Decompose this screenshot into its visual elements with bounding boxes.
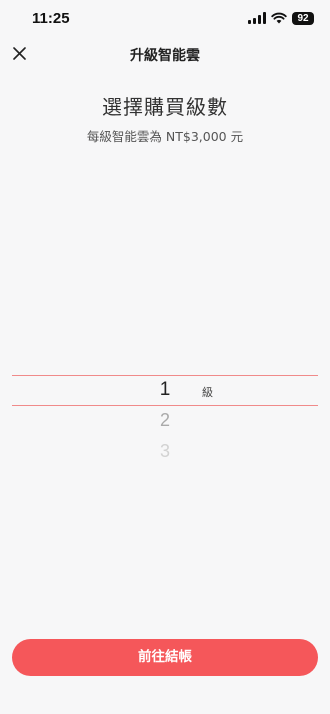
picker-option[interactable]: 3 [0, 441, 330, 462]
level-picker[interactable]: 1 級 2 3 [0, 300, 330, 480]
price-subline: 每級智能雲為 NT$3,000 元 [86, 129, 244, 144]
battery-icon: 92 [292, 11, 314, 25]
page-title: 升級智能雲 [130, 48, 200, 64]
status-bar: 11:25 92 [0, 0, 330, 36]
checkout-button[interactable]: 前往結帳 [12, 639, 318, 676]
picker-selected-option[interactable]: 1 [0, 379, 330, 401]
picker-unit-label: 級 [202, 386, 213, 399]
picker-option[interactable]: 2 [0, 410, 330, 431]
wifi-icon [271, 12, 287, 24]
picker-top-line [12, 375, 318, 376]
picker-bottom-line [12, 405, 318, 406]
status-icons: 92 [248, 11, 314, 25]
headline: 選擇購買級數 [102, 95, 228, 119]
signal-icon [248, 12, 266, 24]
nav-header: 升級智能雲 [0, 36, 330, 72]
status-time: 11:25 [32, 10, 70, 27]
